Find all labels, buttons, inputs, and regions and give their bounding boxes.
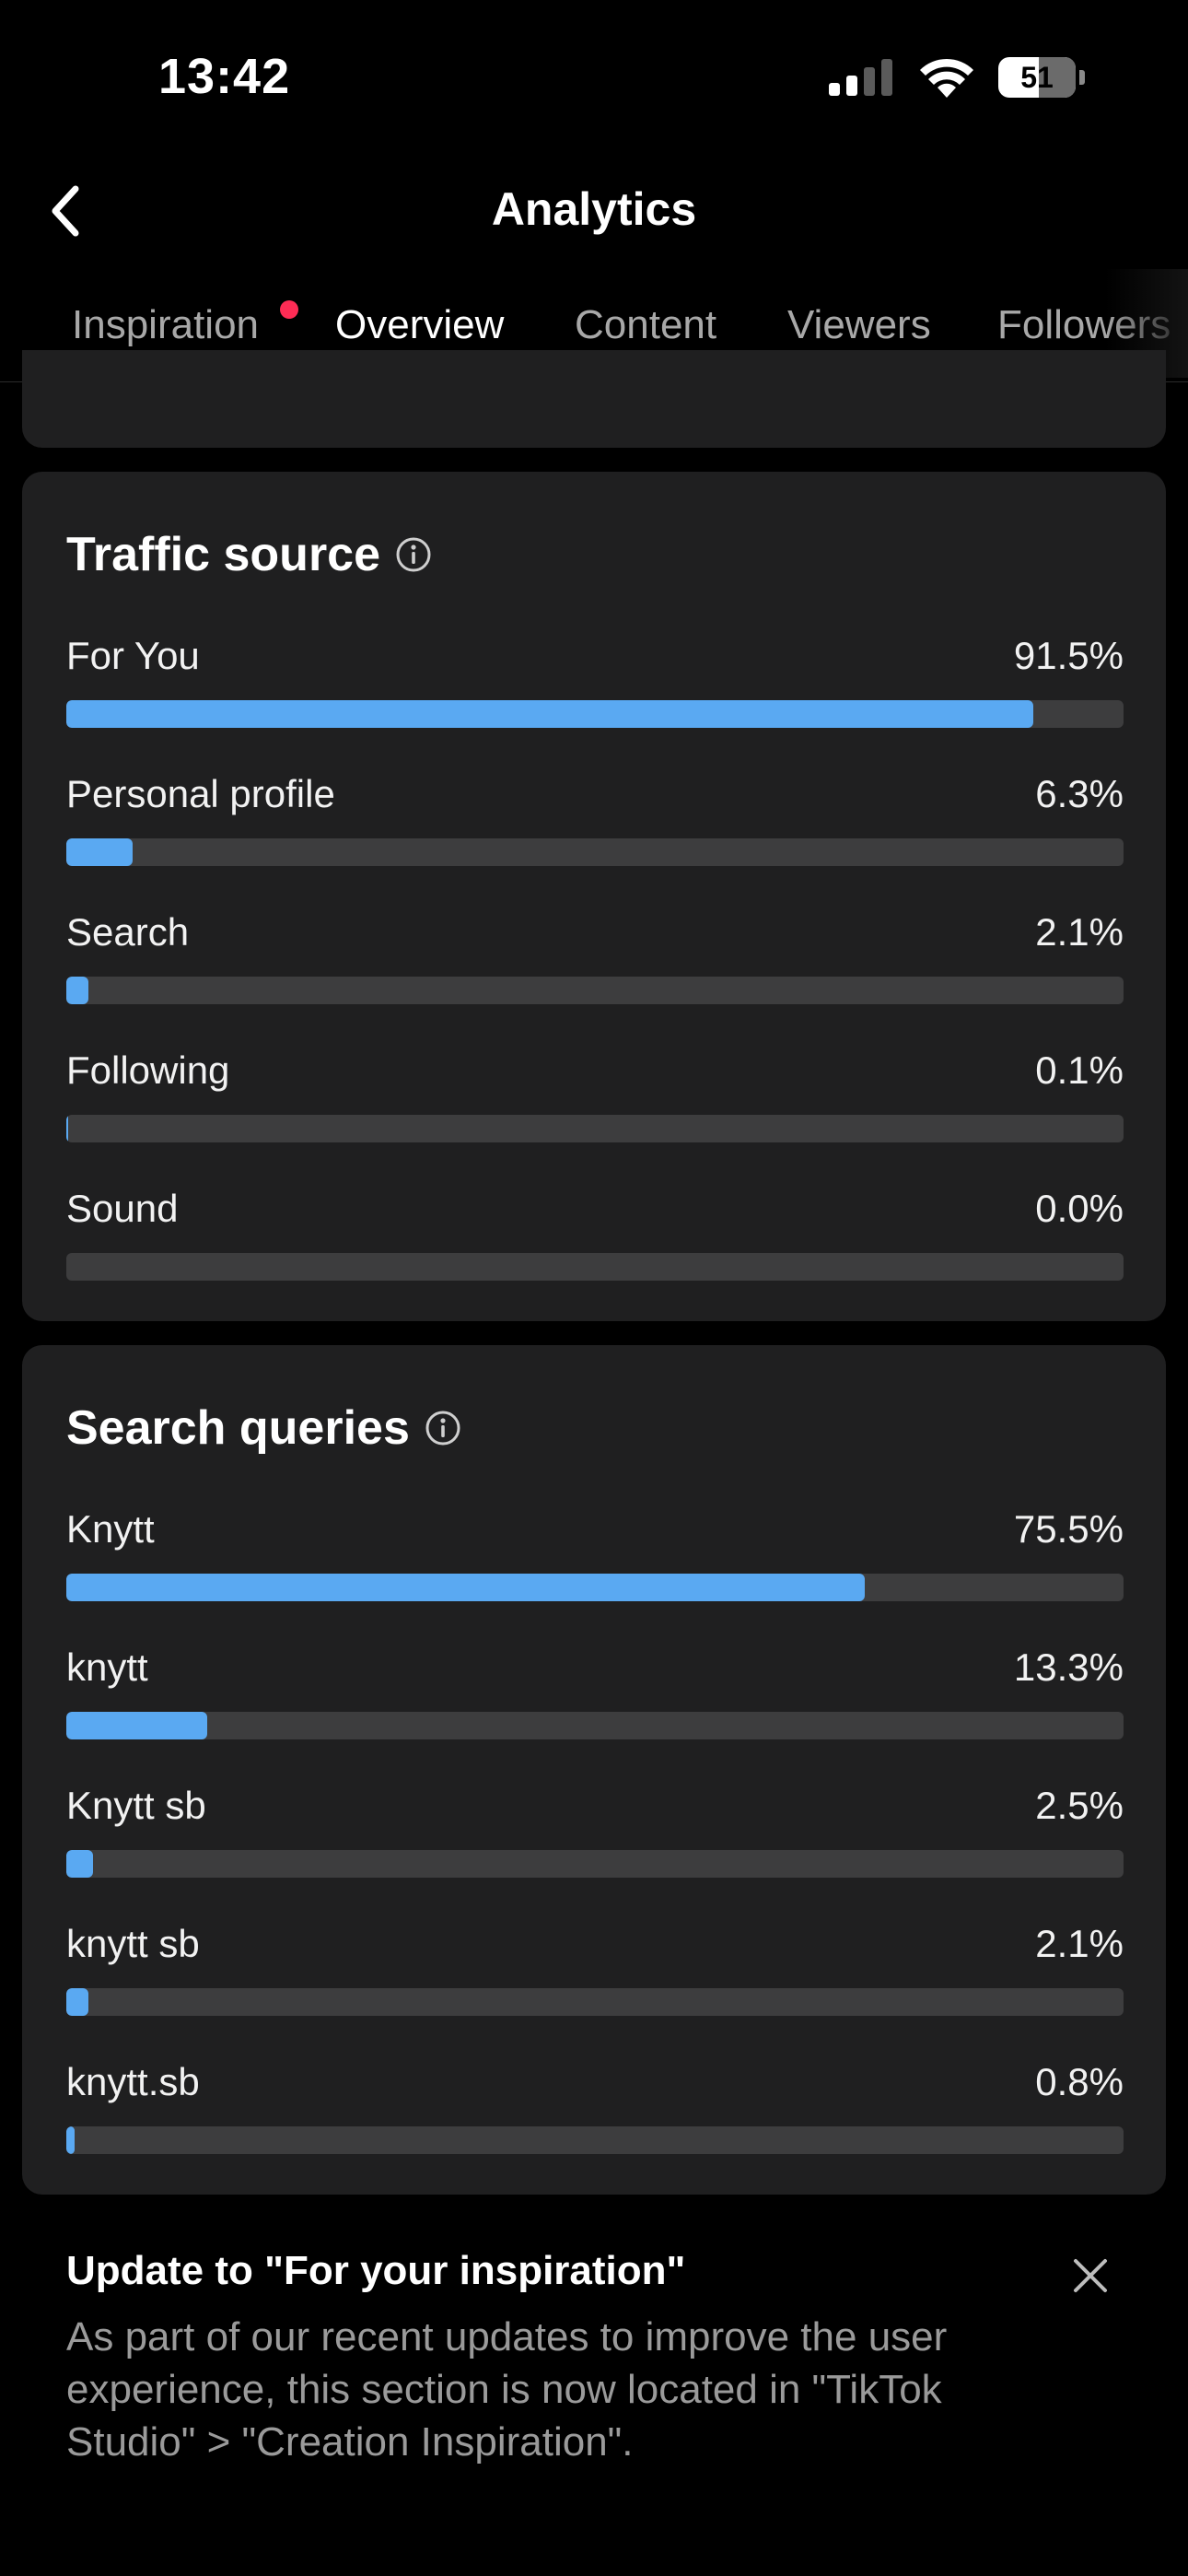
query-label: knytt.sb (66, 2060, 200, 2103)
traffic-value: 0.1% (1035, 1048, 1124, 1092)
progress-track (66, 838, 1124, 866)
info-icon[interactable] (425, 1410, 461, 1446)
tab-inspiration[interactable]: Inspiration (72, 302, 259, 348)
traffic-label: Search (66, 910, 190, 954)
traffic-value: 2.1% (1035, 910, 1124, 954)
progress-track (66, 2126, 1124, 2154)
status-icons: 51 (829, 57, 1085, 98)
progress-track (66, 1850, 1124, 1878)
traffic-source-card: Traffic source For You 91.5% Personal pr… (22, 472, 1166, 1321)
notification-dot (280, 300, 298, 319)
progress-track (66, 1253, 1124, 1281)
progress-fill (66, 1988, 89, 2016)
progress-track (66, 700, 1124, 728)
query-label: knytt sb (66, 1922, 200, 1965)
progress-fill (66, 977, 89, 1004)
notice-body: As part of our recent updates to improve… (66, 2314, 948, 2465)
traffic-label: Following (66, 1048, 230, 1092)
close-icon (1074, 2259, 1107, 2292)
traffic-value: 0.0% (1035, 1187, 1124, 1230)
query-value: 75.5% (1013, 1507, 1124, 1551)
query-value: 13.3% (1013, 1645, 1124, 1689)
progress-track (66, 1988, 1124, 2016)
progress-track (66, 1115, 1124, 1142)
notice-title: Update to "For your inspiration" (66, 2248, 686, 2293)
progress-fill (66, 2126, 76, 2154)
search-queries-heading: Search queries (66, 1400, 461, 1456)
progress-fill (66, 1574, 865, 1601)
traffic-value: 91.5% (1013, 634, 1124, 677)
traffic-label: Sound (66, 1187, 179, 1230)
progress-track (66, 977, 1124, 1004)
progress-track (66, 1712, 1124, 1739)
query-value: 0.8% (1035, 2060, 1124, 2103)
search-queries-card: Search queries Knytt 75.5% knytt 13.3% K… (22, 1345, 1166, 2195)
query-label: knytt (66, 1645, 148, 1689)
progress-fill (66, 838, 134, 866)
progress-fill (66, 700, 1034, 728)
progress-fill (66, 1850, 93, 1878)
tab-overview[interactable]: Overview (335, 302, 504, 348)
search-queries-title: Search queries (66, 1401, 410, 1455)
progress-track (66, 1574, 1124, 1601)
page-title: Analytics (491, 183, 697, 235)
query-label: Knytt (66, 1507, 155, 1551)
progress-fill (66, 1115, 68, 1142)
traffic-label: For You (66, 634, 200, 677)
close-button[interactable] (1068, 2254, 1112, 2298)
cellular-signal-icon (829, 59, 892, 96)
query-value: 2.1% (1035, 1922, 1124, 1965)
tab-content[interactable]: Content (575, 302, 716, 348)
battery-tip (1079, 70, 1085, 85)
progress-fill (66, 1712, 207, 1739)
traffic-value: 6.3% (1035, 772, 1124, 815)
traffic-label: Personal profile (66, 772, 335, 815)
wifi-icon (920, 58, 973, 98)
query-value: 2.5% (1035, 1784, 1124, 1827)
previous-card (22, 350, 1166, 448)
status-time: 13:42 (158, 49, 291, 104)
traffic-source-heading: Traffic source (66, 527, 432, 582)
battery-level: 51 (1020, 60, 1054, 94)
update-notice: Update to "For your inspiration" As part… (66, 2248, 1079, 2468)
tab-viewers[interactable]: Viewers (787, 302, 931, 348)
battery-icon: 51 (998, 57, 1076, 98)
info-icon[interactable] (395, 536, 432, 573)
query-label: Knytt sb (66, 1784, 206, 1827)
traffic-source-title: Traffic source (66, 528, 381, 581)
